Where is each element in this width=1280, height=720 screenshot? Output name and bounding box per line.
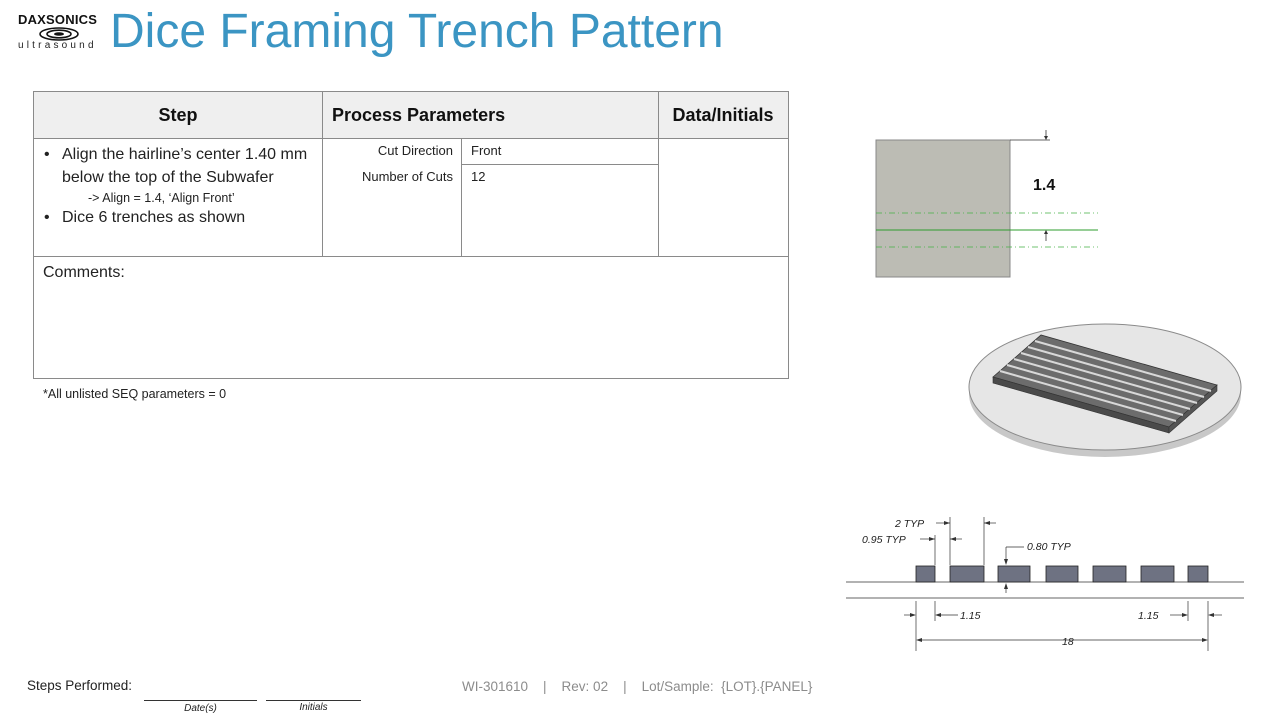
data-initials-cell[interactable] [659, 139, 788, 256]
step-cell: Align the hairline’s center 1.40 mm belo… [34, 138, 322, 256]
initials-caption: Initials [299, 702, 328, 713]
wafer-isometric-view [968, 323, 1242, 457]
header-params-label: Process Parameters [332, 104, 506, 125]
process-table: Step Process Parameters Data/Initials Al… [33, 91, 789, 379]
step-bullet-1: Align the hairline’s center 1.40 mm belo… [42, 144, 312, 189]
logo-rings-icon [39, 27, 79, 41]
document-info: WI-301610 | Rev: 02 | Lot/Sample: {LOT}.… [462, 679, 813, 694]
steps-performed-label: Steps Performed: [27, 678, 133, 693]
logo-sub-text: ultrasound [18, 40, 97, 51]
header-data-label: Data/Initials [672, 104, 774, 125]
align-offset-label: 1.4 [1033, 177, 1055, 194]
comments-area[interactable] [34, 257, 788, 378]
header-step-label: Step [158, 104, 198, 125]
step-note: -> Align = 1.4, ‘Align Front’ [88, 191, 235, 205]
company-logo: DAXSONICS ultrasound [16, 12, 102, 54]
initials-signature-line[interactable] [266, 700, 361, 701]
dim-115-right-label: 1.15 [1138, 610, 1159, 622]
logo-brand-text: DAXSONICS [18, 12, 98, 27]
hairline-arrow [1044, 230, 1048, 234]
trench-cross-section: 2 TYP 0.95 TYP 0.80 TYP 1.15 1.15 18 [846, 517, 1244, 651]
page-title: Dice Framing Trench Pattern [110, 5, 724, 58]
subwafer-block [875, 139, 1011, 278]
param-label-cut-direction: Cut Direction [377, 143, 453, 158]
param-label-number-of-cuts: Number of Cuts [361, 169, 453, 184]
dim-2typ-label: 2 TYP [894, 518, 924, 530]
step-bullet-2: Dice 6 trenches as shown [42, 207, 312, 230]
dates-caption: Date(s) [184, 703, 217, 714]
footnote: *All unlisted SEQ parameters = 0 [43, 387, 227, 401]
header-process-parameters: Process Parameters [322, 92, 658, 138]
header-data-initials: Data/Initials [658, 92, 788, 138]
top-arrow [1044, 136, 1048, 140]
land-blocks [915, 565, 1209, 583]
dim-115-left-label: 1.15 [960, 610, 981, 622]
dates-signature-line[interactable] [144, 700, 257, 701]
param-value-cut-direction: Front [471, 143, 502, 158]
alignment-diagram: 1.4 [875, 130, 1098, 278]
param-value-number-of-cuts: 12 [471, 169, 486, 184]
comments-label: Comments: [43, 264, 125, 281]
header-step: Step [34, 92, 322, 138]
dim-095typ-label: 0.95 TYP [862, 534, 906, 546]
dimension-lines [904, 517, 1222, 651]
dim-080typ-label: 0.80 TYP [1027, 541, 1071, 553]
dim-18-label: 18 [1062, 636, 1074, 648]
